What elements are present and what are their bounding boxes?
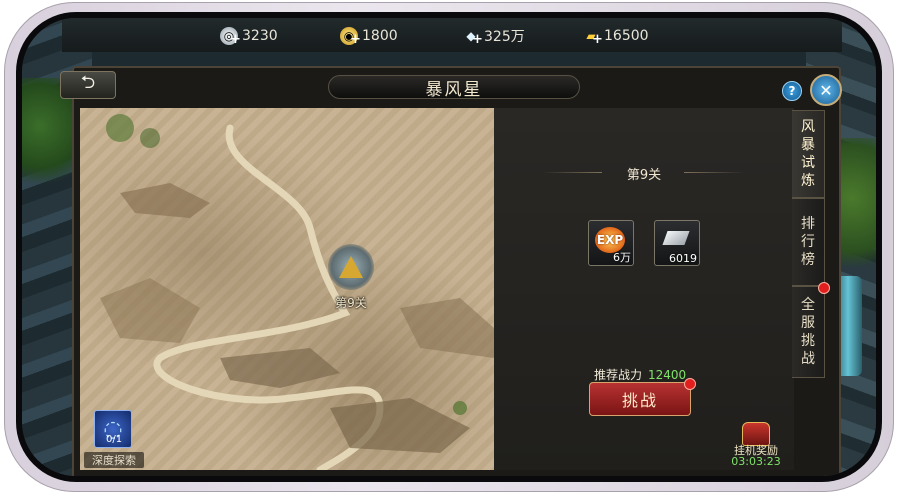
phone-bezel: ◎ + 3230 ◉ + 1800 ◆ + 325万 ▰ + 16500 ⮌ 暴… [16,12,882,482]
resource-bar: ◎ + 3230 ◉ + 1800 ◆ + 325万 ▰ + 16500 [62,18,842,52]
resource-value: 16500 [604,28,649,44]
notification-dot [684,378,696,390]
close-button[interactable]: ✕ [810,74,842,106]
power-label: 推荐战力 [594,368,643,382]
title-bar: 暴风星 [328,75,580,100]
close-icon: ✕ [819,80,833,100]
tab-storm-trial[interactable]: 风暴试炼 [792,110,825,198]
deep-explore-button[interactable]: ◌ 0/1 深度探索 [84,410,144,468]
resource-gold-bar[interactable]: ▰ + 16500 [582,26,649,47]
resource-value: 325万 [484,29,525,45]
notification-dot [818,282,830,294]
tab-label: 排行榜 [801,216,815,268]
stage-node[interactable] [328,244,374,290]
challenge-label: 挑战 [621,391,658,410]
resource-silver[interactable]: ◎ + 3230 [220,26,278,47]
power-value: 12400 [648,368,687,382]
resource-crystal[interactable]: ◆ + 325万 [462,26,525,47]
question-icon: ? [788,84,796,98]
phone-frame: ◎ + 3230 ◉ + 1800 ◆ + 325万 ▰ + 16500 ⮌ 暴… [4,2,894,492]
recommended-power: 推荐战力 12400 [594,366,686,383]
help-button[interactable]: ? [782,81,802,101]
tab-label: 全服挑战 [801,297,815,367]
reward-silver-bar[interactable]: 6019 [654,220,700,266]
reward-count: 6万 [613,251,631,264]
divider-right [684,172,744,173]
tab-label: 风暴试炼 [801,119,815,189]
page-title: 暴风星 [425,79,483,100]
deep-explore-label: 深度探索 [84,452,144,468]
stage-node-label: 第9关 [335,296,367,310]
reward-exp[interactable]: EXP 6万 [588,220,634,266]
game-screen: ◎ + 3230 ◉ + 1800 ◆ + 325万 ▰ + 16500 ⮌ 暴… [22,18,876,476]
divider-left [542,172,602,173]
back-button[interactable]: ⮌ [60,71,116,99]
deep-explore-count: 0/1 [106,434,123,445]
stage-marker-icon [339,256,363,278]
idle-reward-timer: 03:03:23 [731,455,781,468]
stage-info-panel: 第9关 EXP 6万 6019 推荐战力 12400 挑战 挂机奖励 03:03… [494,108,794,470]
tab-leaderboard[interactable]: 排行榜 [792,198,825,286]
back-arrow-icon: ⮌ [80,72,96,93]
silver-bar-icon [662,231,690,245]
resource-value: 3230 [242,28,278,44]
stage-title: 第9关 [626,168,662,183]
challenge-button[interactable]: 挑战 [589,382,691,416]
reward-count: 6019 [669,252,697,265]
resource-gold[interactable]: ◉ + 1800 [340,26,398,47]
tab-server-challenge[interactable]: 全服挑战 [792,286,825,378]
idle-reward-button[interactable]: 挂机奖励 03:03:23 [726,422,786,468]
resource-value: 1800 [362,28,398,44]
